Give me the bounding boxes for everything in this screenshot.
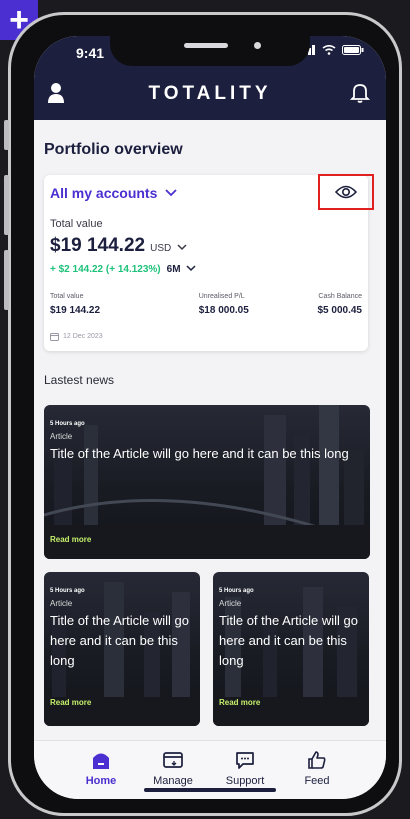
home-icon <box>93 753 109 769</box>
total-value-label: Total value <box>50 218 103 230</box>
nav-item-home[interactable]: Home <box>66 749 136 787</box>
metric-total-value: Total value $19 144.22 <box>50 293 100 316</box>
bell-icon[interactable] <box>350 82 370 104</box>
portfolio-card: All my accounts Total value $19 144.22 U… <box>44 174 374 351</box>
toggle-visibility-button[interactable] <box>318 174 374 210</box>
eye-icon <box>335 185 357 199</box>
chevron-down-icon <box>186 265 196 272</box>
metric-label: Cash Balance <box>318 293 362 300</box>
nav-item-feed[interactable]: Feed <box>282 749 352 787</box>
nav-label: Support <box>225 775 265 787</box>
total-value: $19 144.22 USD <box>50 235 187 257</box>
chevron-down-icon <box>165 189 178 197</box>
read-more-link[interactable]: Read more <box>50 698 91 707</box>
metric-label: Total value <box>50 293 84 300</box>
mute-switch <box>4 120 9 150</box>
period-selector[interactable]: 6M <box>167 264 197 275</box>
battery-icon <box>342 45 364 55</box>
article-category: Article <box>219 599 242 608</box>
status-time: 9:41 <box>76 45 105 61</box>
currency-selector[interactable]: USD <box>150 243 187 254</box>
calendar-icon <box>50 333 59 341</box>
article-category: Article <box>50 599 73 608</box>
notch <box>110 36 310 66</box>
article-title: Title of the Article will go here and it… <box>50 613 189 668</box>
nav-label: Manage <box>153 775 193 787</box>
app-header: 9:41 TOTALITY <box>34 36 386 120</box>
page-title: Portfolio overview <box>44 141 183 158</box>
phone-screen: 9:41 TOTALITY Portfolio overview All my … <box>34 36 386 799</box>
news-section-title: Lastest news <box>44 373 115 387</box>
wifi-icon <box>322 45 336 55</box>
article-time: 5 Hours ago <box>50 588 85 594</box>
metric-cash-balance: Cash Balance $5 000.45 <box>318 293 363 316</box>
article-title: Title of the Article will go here and it… <box>219 613 358 668</box>
total-amount: $19 144.22 <box>50 235 146 256</box>
performance-row: + $2 144.22 (+ 14.123%) 6M <box>50 264 196 275</box>
article-time: 5 Hours ago <box>50 421 85 427</box>
home-indicator <box>144 788 276 792</box>
wallet-icon <box>163 752 183 768</box>
news-card[interactable]: 5 Hours ago Article Title of the Article… <box>44 572 200 726</box>
article-time: 5 Hours ago <box>219 588 254 594</box>
read-more-link[interactable]: Read more <box>219 698 260 707</box>
nav-label: Home <box>85 775 117 787</box>
article-title: Title of the Article will go here and it… <box>50 446 349 461</box>
currency-label: USD <box>150 243 172 254</box>
performance-change: + $2 144.22 (+ 14.123%) <box>50 264 161 275</box>
metric-value: $18 000.05 <box>198 305 249 316</box>
news-card[interactable]: 5 Hours ago Article Title of the Article… <box>213 572 369 726</box>
volume-down-button <box>4 250 9 310</box>
metrics-row: Total value $19 144.22 Unrealised P/L $1… <box>50 293 362 316</box>
metric-label: Unrealised P/L <box>198 293 245 300</box>
volume-up-button <box>4 175 9 235</box>
nav-item-support[interactable]: Support <box>210 749 280 787</box>
nav-item-manage[interactable]: Manage <box>138 749 208 787</box>
chevron-down-icon <box>177 244 187 251</box>
period-label: 6M <box>166 264 181 275</box>
nav-label: Feed <box>304 775 330 787</box>
date-row: 12 Dec 2023 <box>50 332 103 341</box>
chat-icon <box>236 752 254 769</box>
brand-logo: TOTALITY <box>148 83 272 104</box>
thumbs-up-icon <box>308 751 326 769</box>
metric-value: $5 000.45 <box>317 305 363 316</box>
accounts-dropdown[interactable]: All my accounts <box>50 185 178 201</box>
read-more-link[interactable]: Read more <box>50 535 91 544</box>
metric-unrealised-pl: Unrealised P/L $18 000.05 <box>199 293 249 316</box>
date-label: 12 Dec 2023 <box>63 333 103 340</box>
accounts-label: All my accounts <box>50 185 158 201</box>
article-category: Article <box>50 432 73 441</box>
news-card-featured[interactable]: 5 Hours ago Article Title of the Article… <box>44 405 370 559</box>
metric-value: $19 144.22 <box>50 305 101 316</box>
